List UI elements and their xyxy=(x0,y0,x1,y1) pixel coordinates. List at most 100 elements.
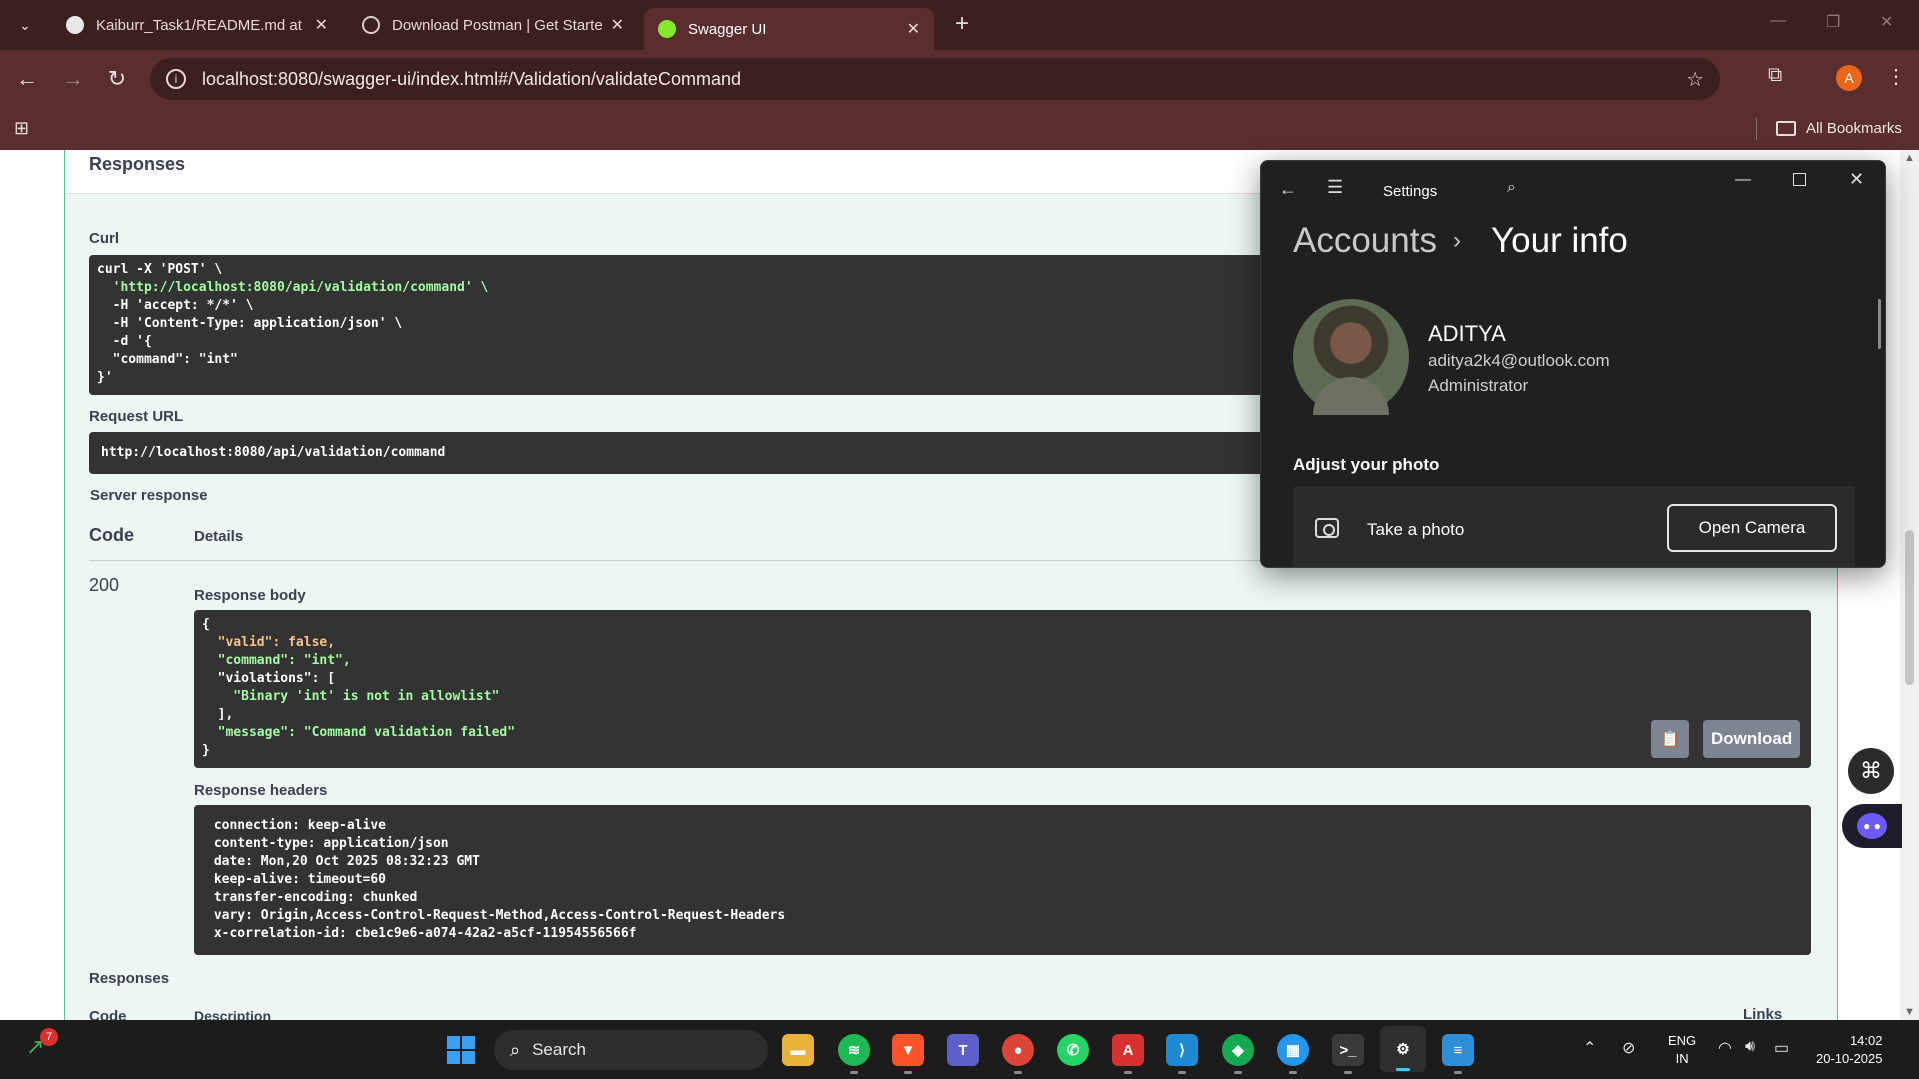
clock-time: 14:02 xyxy=(1849,1033,1883,1048)
scroll-up-arrow-icon[interactable]: ▲ xyxy=(1904,152,1915,164)
page-title: Your info xyxy=(1491,221,1628,260)
url-text[interactable]: localhost:8080/swagger-ui/index.html#/Va… xyxy=(202,69,741,90)
links-column-header: Links xyxy=(1743,1006,1783,1020)
copy-clipboard-icon[interactable]: 📋 xyxy=(1651,720,1689,758)
tab-search-chevron-icon[interactable]: ⌄ xyxy=(10,10,40,40)
copilot-assistant-button[interactable]: ● ● xyxy=(1842,804,1902,848)
taskbar-search[interactable]: ⌕ Search xyxy=(494,1030,768,1070)
notification-badge: 7 xyxy=(40,1028,58,1046)
breadcrumb-accounts[interactable]: Accounts xyxy=(1293,221,1437,261)
forward-arrow-icon[interactable]: → xyxy=(58,64,88,94)
site-info-icon[interactable]: i xyxy=(166,69,186,89)
response-headers-block[interactable]: connection: keep-alive content-type: app… xyxy=(194,805,1811,955)
tab-strip: ⌄ Kaiburr_Task1/README.md at m ✕ Downloa… xyxy=(0,0,1919,50)
terminal-icon[interactable]: >_ xyxy=(1332,1034,1364,1074)
hamburger-menu-icon[interactable]: ☰ xyxy=(1327,177,1343,198)
tab-close-icon[interactable]: ✕ xyxy=(315,15,328,35)
back-arrow-icon[interactable]: ← xyxy=(12,64,42,94)
minimize-icon[interactable]: — xyxy=(1735,171,1751,189)
code-line: transfer-encoding: chunked xyxy=(206,890,426,905)
code-line: }' xyxy=(97,370,113,385)
response-body-label: Response body xyxy=(194,587,306,604)
scroll-down-arrow-icon[interactable]: ▼ xyxy=(1904,1006,1915,1018)
download-button[interactable]: Download xyxy=(1703,720,1801,758)
language-code: ENG xyxy=(1668,1033,1697,1048)
copilot-face-icon: ● ● xyxy=(1857,813,1887,839)
chrome-icon[interactable]: ● xyxy=(1002,1034,1034,1074)
volume-icon[interactable]: 🔊︎ xyxy=(1745,1038,1755,1056)
file-explorer-icon[interactable]: ▬ xyxy=(782,1034,814,1066)
details-column-header: Details xyxy=(194,528,244,545)
adjust-photo-heading: Adjust your photo xyxy=(1293,455,1440,474)
spotify-icon[interactable]: ≋ xyxy=(838,1034,870,1074)
code-line: -H 'accept: */*' \ xyxy=(97,298,254,313)
close-window-icon[interactable]: ✕ xyxy=(1880,12,1893,32)
tab-swagger-ui[interactable]: Swagger UI ✕ xyxy=(644,8,934,50)
teams-icon[interactable]: T xyxy=(947,1034,979,1066)
user-role: Administrator xyxy=(1428,376,1529,395)
bookmark-star-icon[interactable]: ☆ xyxy=(1686,67,1704,92)
system-clock[interactable]: 14:02 20-10-2025 xyxy=(1816,1032,1883,1068)
back-arrow-icon[interactable]: ← xyxy=(1279,179,1297,200)
search-label: Search xyxy=(532,1040,586,1059)
close-icon[interactable]: ✕ xyxy=(1849,169,1864,190)
status-code: 200 xyxy=(89,575,120,595)
docker-icon[interactable]: ▦ xyxy=(1277,1034,1309,1074)
notepad-icon[interactable]: ≡ xyxy=(1442,1034,1474,1074)
scrollbar-thumb[interactable] xyxy=(1905,530,1914,685)
new-tab-plus-icon[interactable]: + xyxy=(948,10,976,38)
tab-close-icon[interactable]: ✕ xyxy=(611,15,624,35)
location-off-icon[interactable]: ⊘ xyxy=(1622,1038,1635,1058)
search-icon[interactable]: ⌕ xyxy=(1507,179,1516,197)
request-url-value: http://localhost:8080/api/validation/com… xyxy=(101,445,446,460)
battery-icon[interactable]: ▭ xyxy=(1774,1038,1789,1058)
restore-icon[interactable]: ❐ xyxy=(1826,12,1840,32)
server-response-label: Server response xyxy=(90,487,208,504)
wifi-icon[interactable]: ◠ xyxy=(1718,1038,1732,1058)
code-line: connection: keep-alive xyxy=(206,818,394,833)
tab-close-icon[interactable]: ✕ xyxy=(907,19,920,39)
settings-gear-icon[interactable]: ⚙ xyxy=(1380,1026,1426,1072)
language-indicator[interactable]: ENG IN xyxy=(1668,1032,1696,1068)
response-body-block[interactable]: { "valid": false, "command": "int", "vio… xyxy=(194,610,1811,768)
apps-grid-icon[interactable]: ⊞ xyxy=(14,118,29,139)
code-column-header: Code xyxy=(89,1008,127,1020)
vscode-icon[interactable]: ⟩ xyxy=(1166,1034,1198,1074)
clock-date: 20-10-2025 xyxy=(1816,1051,1883,1066)
code-line: vary: Origin,Access-Control-Request-Meth… xyxy=(206,908,793,923)
windows-start-icon[interactable] xyxy=(447,1036,475,1064)
all-bookmarks-label: All Bookmarks xyxy=(1806,120,1902,137)
tab-label: Kaiburr_Task1/README.md at m xyxy=(96,16,306,34)
mongodb-compass-icon[interactable]: ◆ xyxy=(1222,1034,1254,1074)
swagger-icon xyxy=(658,20,676,38)
pdf-reader-icon[interactable]: A xyxy=(1112,1034,1144,1074)
address-bar[interactable]: i localhost:8080/swagger-ui/index.html#/… xyxy=(150,58,1720,100)
code-line: content-type: application/json xyxy=(206,836,457,851)
code-line: date: Mon,20 Oct 2025 08:32:23 GMT xyxy=(206,854,488,869)
extensions-puzzle-icon[interactable]: ⧉ xyxy=(1768,64,1782,87)
code-line: "message": "Command validation failed" xyxy=(202,725,516,740)
browser-menu-icon[interactable]: ⋮ xyxy=(1886,64,1906,89)
tab-postman-download[interactable]: Download Postman | Get Starte ✕ xyxy=(348,8,638,42)
open-camera-button[interactable]: Open Camera xyxy=(1667,504,1837,552)
request-url-label: Request URL xyxy=(89,408,184,425)
settings-window: ← ☰ Settings ⌕ — ✕ Accounts › Your info … xyxy=(1260,160,1886,568)
all-bookmarks-button[interactable]: All Bookmarks xyxy=(1776,120,1902,137)
profile-avatar[interactable]: A xyxy=(1836,65,1862,91)
brave-icon[interactable]: ▼ xyxy=(892,1034,924,1074)
folder-icon xyxy=(1776,121,1796,136)
chevron-up-icon[interactable]: ⌃ xyxy=(1583,1038,1596,1058)
page-scrollbar[interactable]: ▲ ▼ xyxy=(1900,150,1919,1020)
code-line: "violations": [ xyxy=(202,671,336,686)
window-title: Settings xyxy=(1383,183,1438,200)
minimize-icon[interactable]: — xyxy=(1770,12,1786,30)
command-shortcut-icon[interactable]: ⌘ xyxy=(1848,748,1894,794)
whatsapp-icon[interactable]: ✆ xyxy=(1057,1034,1089,1066)
tab-github-readme[interactable]: Kaiburr_Task1/README.md at m ✕ xyxy=(52,8,342,42)
user-email: aditya2k4@outlook.com xyxy=(1428,351,1610,370)
maximize-icon[interactable] xyxy=(1793,173,1806,186)
responses-heading: Responses xyxy=(89,154,186,174)
settings-scrollbar[interactable] xyxy=(1878,299,1881,349)
reload-icon[interactable]: ↻ xyxy=(102,64,132,94)
bookmarks-bar: ⊞ All Bookmarks xyxy=(0,108,1919,150)
